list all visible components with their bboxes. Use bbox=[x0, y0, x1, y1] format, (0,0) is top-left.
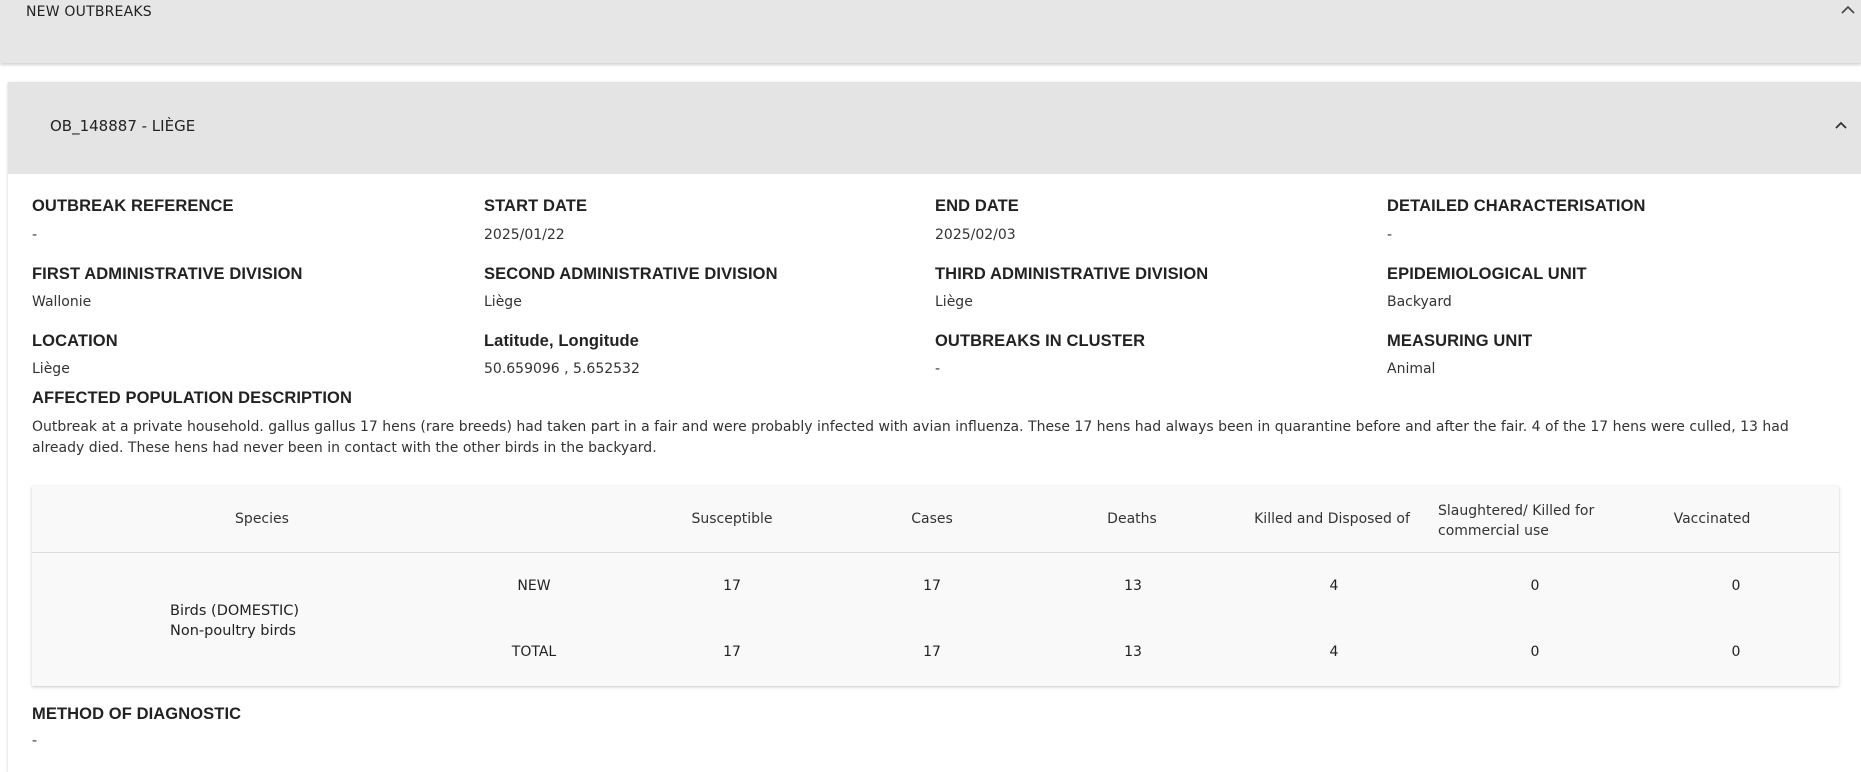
affected-population-label: AFFECTED POPULATION DESCRIPTION bbox=[32, 389, 352, 407]
new-outbreaks-title: NEW OUTBREAKS bbox=[26, 4, 152, 20]
total-slaughtered: 0 bbox=[1530, 644, 1540, 660]
species-line-2: Non-poultry birds bbox=[170, 623, 296, 639]
total-susceptible: 17 bbox=[723, 644, 741, 660]
third-admin-division-label: THIRD ADMINISTRATIVE DIVISION bbox=[935, 265, 1209, 283]
slaughtered-header: Slaughtered/ Killed for commercial use bbox=[1438, 503, 1595, 539]
chevron-up-icon[interactable] bbox=[1838, 2, 1858, 18]
start-date-label: START DATE bbox=[484, 197, 588, 215]
outbreak-reference-label: OUTBREAK REFERENCE bbox=[32, 197, 234, 215]
cases-header: Cases bbox=[911, 511, 953, 527]
total-killed: 4 bbox=[1329, 644, 1339, 660]
outbreak-card-header[interactable]: OB_148887 - LIÈGE bbox=[8, 82, 1861, 174]
end-date-value: 2025/02/03 bbox=[935, 227, 1016, 243]
total-cases: 17 bbox=[923, 644, 941, 660]
third-admin-division-value: Liège bbox=[935, 294, 973, 310]
species-header: Species bbox=[235, 511, 289, 527]
affected-population-text: Outbreak at a private household. gallus … bbox=[32, 419, 1789, 456]
new-vaccinated: 0 bbox=[1731, 578, 1741, 594]
new-deaths: 13 bbox=[1124, 578, 1142, 594]
first-admin-division-label: FIRST ADMINISTRATIVE DIVISION bbox=[32, 265, 303, 283]
outbreaks-in-cluster-label: OUTBREAKS IN CLUSTER bbox=[935, 332, 1146, 350]
new-slaughtered: 0 bbox=[1530, 578, 1540, 594]
outbreak-title: OB_148887 - LIÈGE bbox=[50, 117, 196, 135]
method-of-diagnostic-label: METHOD OF DIAGNOSTIC bbox=[32, 705, 242, 723]
species-cell: Birds (DOMESTIC) Non-poultry birds bbox=[170, 601, 299, 641]
species-table: Species Susceptible Cases Deaths Killed … bbox=[32, 486, 1839, 686]
killed-header: Killed and Disposed of bbox=[1254, 511, 1410, 527]
total-deaths: 13 bbox=[1124, 644, 1142, 660]
deaths-header: Deaths bbox=[1107, 511, 1157, 527]
species-line-1: Birds (DOMESTIC) bbox=[170, 603, 300, 619]
new-outbreaks-panel[interactable]: NEW OUTBREAKS bbox=[0, 0, 1861, 63]
susceptible-header: Susceptible bbox=[691, 511, 773, 527]
second-admin-division-label: SECOND ADMINISTRATIVE DIVISION bbox=[484, 265, 778, 283]
epidemiological-unit-label: EPIDEMIOLOGICAL UNIT bbox=[1387, 265, 1587, 283]
outbreaks-in-cluster-value: - bbox=[935, 361, 941, 377]
detailed-characterisation-label: DETAILED CHARACTERISATION bbox=[1387, 197, 1646, 215]
detailed-characterisation-value: - bbox=[1387, 227, 1393, 243]
location-value: Liège bbox=[32, 361, 70, 377]
outbreak-reference-value: - bbox=[32, 227, 38, 243]
method-of-diagnostic-value: - bbox=[32, 733, 38, 749]
new-cases: 17 bbox=[923, 578, 941, 594]
vaccinated-header: Vaccinated bbox=[1673, 511, 1751, 527]
new-killed: 4 bbox=[1329, 578, 1339, 594]
second-admin-division-value: Liège bbox=[484, 294, 522, 310]
end-date-label: END DATE bbox=[935, 197, 1019, 215]
total-vaccinated: 0 bbox=[1731, 644, 1741, 660]
chevron-up-icon[interactable] bbox=[1830, 116, 1852, 134]
lat-long-value: 50.659096 , 5.652532 bbox=[484, 361, 640, 377]
measuring-unit-label: MEASURING UNIT bbox=[1387, 332, 1533, 350]
row-tag-new: NEW bbox=[517, 578, 551, 594]
lat-long-label: Latitude, Longitude bbox=[484, 332, 639, 350]
epidemiological-unit-value: Backyard bbox=[1387, 294, 1452, 310]
new-susceptible: 17 bbox=[723, 578, 741, 594]
first-admin-division-value: Wallonie bbox=[32, 294, 92, 310]
measuring-unit-value: Animal bbox=[1387, 361, 1436, 377]
location-label: LOCATION bbox=[32, 332, 118, 350]
table-header-divider bbox=[32, 552, 1839, 553]
start-date-value: 2025/01/22 bbox=[484, 227, 565, 243]
row-tag-total: TOTAL bbox=[511, 644, 557, 660]
